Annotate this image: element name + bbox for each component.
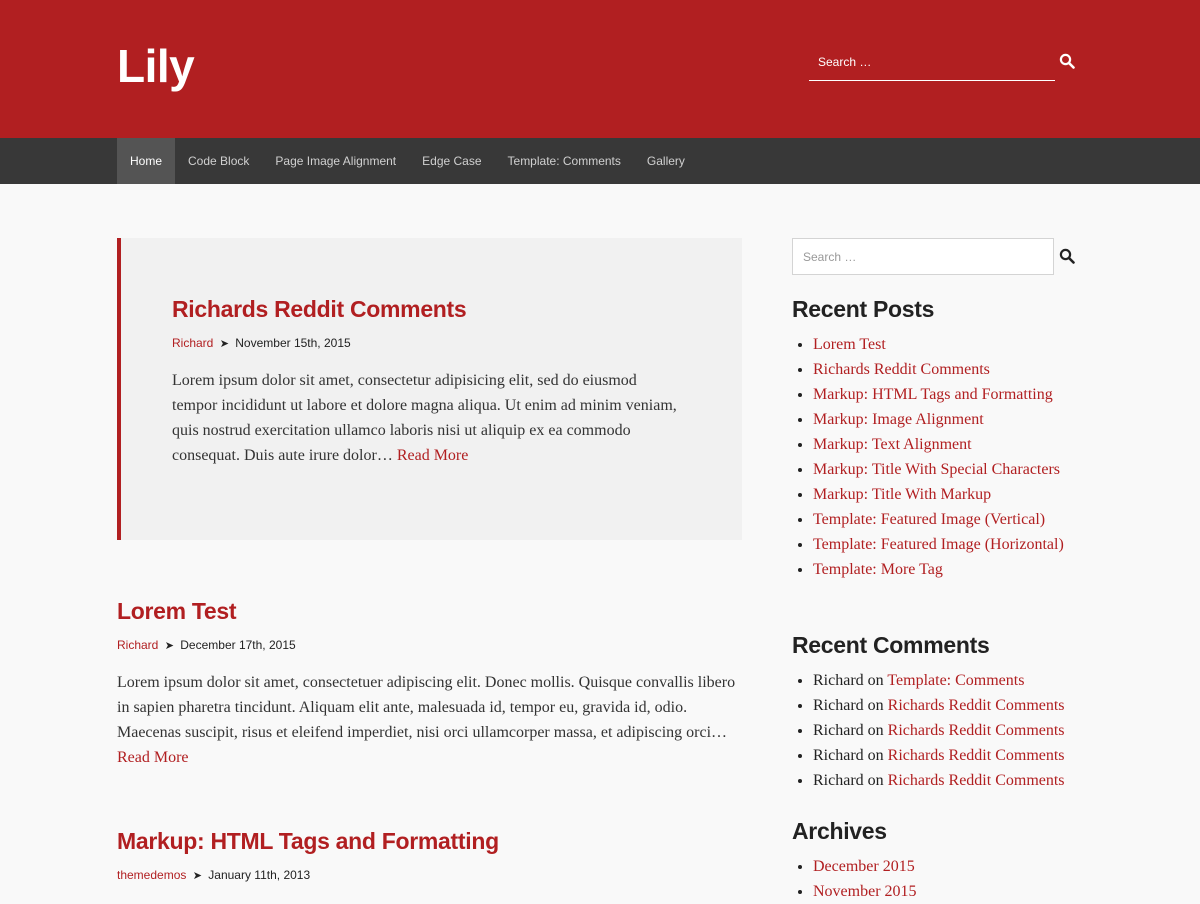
- comment-on: on: [867, 722, 884, 739]
- post-author-link[interactable]: Richard: [172, 336, 213, 350]
- recent-post-link[interactable]: Markup: Image Alignment: [813, 411, 984, 428]
- comment-on: on: [867, 772, 884, 789]
- comment-on: on: [867, 747, 884, 764]
- post-author-link[interactable]: Richard: [117, 638, 158, 652]
- list-item: Richard on Template: Comments: [813, 668, 1082, 693]
- recent-post-link[interactable]: Lorem Test: [813, 336, 886, 353]
- comment-author: Richard: [813, 722, 864, 739]
- comment-on: on: [867, 697, 884, 714]
- search-icon[interactable]: [1059, 53, 1075, 69]
- main-nav: Home Code Block Page Image Alignment Edg…: [0, 138, 1200, 184]
- post-date: December 17th, 2015: [180, 638, 296, 652]
- nav-item-template-comments[interactable]: Template: Comments: [495, 138, 634, 184]
- widget-title: Recent Comments: [792, 632, 990, 658]
- list-item: Richard on Richards Reddit Comments: [813, 768, 1082, 793]
- comment-post-link[interactable]: Richards Reddit Comments: [888, 747, 1065, 764]
- post-title[interactable]: Richards Reddit Comments: [172, 294, 682, 324]
- archive-link[interactable]: November 2015: [813, 883, 917, 900]
- header-search-form: [809, 48, 1055, 81]
- list-item: Markup: Title With Markup: [813, 482, 1082, 507]
- archives-list: December 2015 November 2015: [792, 854, 1082, 904]
- list-item: Template: Featured Image (Horizontal): [813, 532, 1082, 557]
- sidebar: Recent Posts Lorem Test Richards Reddit …: [792, 238, 1082, 900]
- nav-list: Home Code Block Page Image Alignment Edg…: [117, 138, 698, 184]
- comment-author: Richard: [813, 697, 864, 714]
- meta-separator: ➤: [164, 640, 174, 652]
- nav-item-code-block[interactable]: Code Block: [175, 138, 262, 184]
- comment-post-link[interactable]: Richards Reddit Comments: [888, 697, 1065, 714]
- header-search-input[interactable]: [809, 48, 1048, 76]
- list-item: December 2015: [813, 854, 1082, 879]
- archives-widget: Archives December 2015 November 2015: [792, 816, 1082, 904]
- recent-post-link[interactable]: Richards Reddit Comments: [813, 361, 990, 378]
- post-meta: Richard ➤ December 17th, 2015: [117, 637, 742, 654]
- read-more-link[interactable]: Read More: [397, 447, 469, 464]
- meta-separator: ➤: [219, 338, 229, 350]
- list-item: Markup: HTML Tags and Formatting: [813, 382, 1082, 407]
- post-date: November 15th, 2015: [235, 336, 351, 350]
- recent-post-link[interactable]: Template: More Tag: [813, 561, 943, 578]
- post-excerpt: Lorem ipsum dolor sit amet, consectetur …: [172, 372, 677, 464]
- widget-title: Recent Posts: [792, 296, 935, 322]
- list-item: Richard on Richards Reddit Comments: [813, 743, 1082, 768]
- nav-item-home[interactable]: Home: [117, 138, 176, 184]
- recent-post-link[interactable]: Markup: Title With Special Characters: [813, 461, 1060, 478]
- list-item: Markup: Title With Special Characters: [813, 457, 1082, 482]
- recent-posts-widget: Recent Posts Lorem Test Richards Reddit …: [792, 294, 1082, 582]
- read-more-link[interactable]: Read More: [117, 749, 189, 766]
- comment-author: Richard: [813, 772, 864, 789]
- comment-post-link[interactable]: Richards Reddit Comments: [888, 722, 1065, 739]
- site-title[interactable]: Lily: [117, 36, 195, 96]
- post-meta: themedemos ➤ January 11th, 2013: [117, 867, 742, 884]
- list-item: Template: More Tag: [813, 557, 1082, 582]
- recent-post-link[interactable]: Markup: HTML Tags and Formatting: [813, 386, 1053, 403]
- widget-title: Archives: [792, 818, 887, 844]
- post: Lorem Test Richard ➤ December 17th, 2015…: [117, 596, 742, 770]
- post-author-link[interactable]: themedemos: [117, 868, 186, 882]
- archive-link[interactable]: December 2015: [813, 858, 915, 875]
- nav-item-gallery[interactable]: Gallery: [634, 138, 698, 184]
- recent-comments-widget: Recent Comments Richard on Template: Com…: [792, 630, 1082, 793]
- search-icon[interactable]: [1059, 248, 1075, 264]
- list-item: Lorem Test: [813, 332, 1082, 357]
- comment-author: Richard: [813, 747, 864, 764]
- recent-post-link[interactable]: Markup: Text Alignment: [813, 436, 972, 453]
- main-content: Richards Reddit Comments Richard ➤ Novem…: [117, 238, 742, 882]
- sidebar-search-form: [792, 238, 1082, 275]
- list-item: Template: Featured Image (Vertical): [813, 507, 1082, 532]
- comment-author: Richard: [813, 672, 864, 689]
- list-item: November 2015: [813, 879, 1082, 904]
- nav-item-edge-case[interactable]: Edge Case: [409, 138, 494, 184]
- post-title[interactable]: Markup: HTML Tags and Formatting: [117, 826, 742, 856]
- list-item: Markup: Text Alignment: [813, 432, 1082, 457]
- comment-post-link[interactable]: Template: Comments: [887, 672, 1024, 689]
- post-meta: Richard ➤ November 15th, 2015: [172, 335, 682, 352]
- recent-comments-list: Richard on Template: Comments Richard on…: [792, 668, 1082, 793]
- site-header: Lily: [0, 0, 1200, 138]
- comment-on: on: [867, 672, 884, 689]
- nav-item-page-image-alignment[interactable]: Page Image Alignment: [262, 138, 409, 184]
- list-item: Richards Reddit Comments: [813, 357, 1082, 382]
- post-excerpt: Lorem ipsum dolor sit amet, consectetuer…: [117, 674, 736, 766]
- featured-post: Richards Reddit Comments Richard ➤ Novem…: [117, 238, 742, 540]
- post-date: January 11th, 2013: [208, 868, 311, 882]
- post-title[interactable]: Lorem Test: [117, 596, 742, 626]
- post: Markup: HTML Tags and Formatting themede…: [117, 826, 742, 884]
- meta-separator: ➤: [192, 870, 202, 882]
- list-item: Richard on Richards Reddit Comments: [813, 718, 1082, 743]
- recent-posts-list: Lorem Test Richards Reddit Comments Mark…: [792, 332, 1082, 582]
- list-item: Richard on Richards Reddit Comments: [813, 693, 1082, 718]
- recent-post-link[interactable]: Template: Featured Image (Horizontal): [813, 536, 1064, 553]
- list-item: Markup: Image Alignment: [813, 407, 1082, 432]
- sidebar-search-input[interactable]: [792, 238, 1054, 275]
- comment-post-link[interactable]: Richards Reddit Comments: [888, 772, 1065, 789]
- recent-post-link[interactable]: Template: Featured Image (Vertical): [813, 511, 1045, 528]
- recent-post-link[interactable]: Markup: Title With Markup: [813, 486, 991, 503]
